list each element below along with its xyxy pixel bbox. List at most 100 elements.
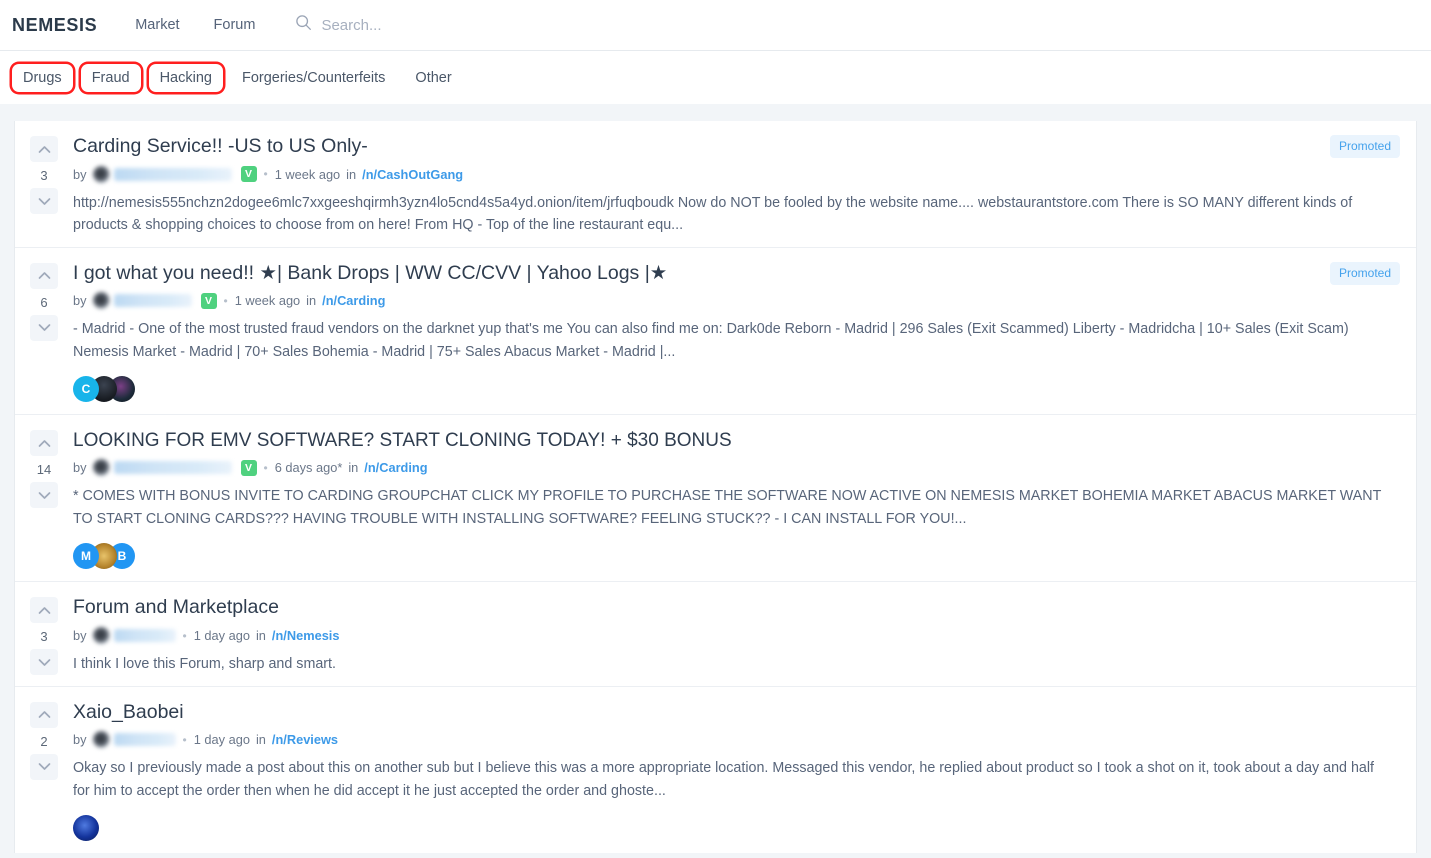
downvote-button[interactable] — [30, 753, 58, 780]
category-tab-other[interactable]: Other — [404, 64, 462, 92]
post-item: 2 Xaio_Baobeiby • 1 day ago in/n/Reviews Okay… — [15, 687, 1416, 854]
meta-separator: • — [182, 732, 187, 747]
post-excerpt: http://nemesis555nchzn2dogee6mlc7xxgeesh… — [73, 194, 1353, 234]
in-label: in — [255, 732, 266, 748]
author-username-redacted[interactable] — [113, 167, 232, 181]
vote-column: 14 — [15, 429, 73, 571]
section-divider-band — [0, 104, 1431, 121]
vote-column: 6 — [15, 262, 73, 405]
vote-column: 3 — [15, 596, 73, 676]
upvote-button[interactable] — [30, 701, 58, 728]
subforum-link[interactable]: /n/Nemesis — [272, 628, 340, 643]
category-tab-fraud[interactable]: Fraud — [81, 64, 141, 92]
in-label: in — [255, 628, 266, 644]
upvote-button[interactable] — [30, 597, 58, 624]
promoted-badge: Promoted — [1329, 135, 1400, 158]
post-item: 14 LOOKING FOR EMV SOFTWARE? START CLONIN… — [15, 415, 1416, 583]
upvote-button[interactable] — [30, 136, 58, 162]
category-tab-hacking[interactable]: Hacking — [149, 64, 223, 92]
post-title[interactable]: Carding Service!! -US to US Only- — [73, 135, 1394, 159]
by-label: by — [73, 628, 87, 644]
meta-separator: • — [223, 293, 228, 308]
search-input[interactable] — [321, 16, 622, 34]
by-label: by — [73, 293, 87, 309]
verified-badge[interactable]: V — [240, 459, 257, 476]
in-label: in — [306, 293, 317, 309]
site-logo[interactable]: NEMESIS — [12, 15, 97, 36]
vote-column: 2 — [15, 701, 73, 844]
post-excerpt: I think I love this Forum, sharp and sma… — [73, 656, 337, 673]
author-username-redacted[interactable] — [113, 461, 232, 475]
post-excerpt: * COMES WITH BONUS INVITE TO CARDING GRO… — [73, 488, 1382, 527]
post-excerpt: Okay so I previously made a post about t… — [73, 760, 1375, 799]
author-username-redacted[interactable] — [113, 733, 176, 747]
commenter-avatar[interactable] — [73, 815, 99, 842]
subforum-link[interactable]: /n/Reviews — [272, 732, 338, 747]
downvote-button[interactable] — [30, 314, 58, 341]
commenter-avatar-row: MB — [73, 543, 1394, 571]
upvote-button[interactable] — [30, 262, 58, 289]
post-meta: by • 1 day ago in/n/Nemesis — [73, 627, 1394, 645]
post-meta: by V • 1 week ago in/n/Carding — [73, 292, 1394, 310]
post-list: 3 Carding Service!! -US to US Only-by V • 1 … — [14, 121, 1417, 854]
post-body: LOOKING FOR EMV SOFTWARE? START CLONING … — [73, 429, 1416, 571]
by-label: by — [73, 732, 87, 748]
post-body: Carding Service!! -US to US Only-by V • 1 w… — [73, 135, 1416, 237]
vote-score: 3 — [40, 168, 48, 183]
downvote-button[interactable] — [30, 188, 58, 214]
meta-separator: • — [182, 628, 187, 643]
post-age: 1 week ago — [234, 293, 301, 309]
author-avatar[interactable] — [92, 459, 110, 477]
author-avatar[interactable] — [92, 731, 110, 749]
upvote-button[interactable] — [30, 430, 58, 457]
post-meta: by V • 6 days ago* in/n/Carding — [73, 459, 1394, 477]
vote-score: 6 — [40, 294, 48, 310]
post-meta: by V • 1 week ago in/n/CashOutGang — [73, 165, 1394, 183]
verified-badge[interactable]: V — [240, 166, 257, 183]
meta-separator: • — [263, 167, 268, 182]
author-avatar[interactable] — [92, 292, 110, 310]
post-body: Forum and Marketplace by • 1 day ago in/n/Ne… — [73, 596, 1416, 675]
post-age: 6 days ago* — [274, 460, 343, 476]
downvote-button[interactable] — [30, 649, 58, 676]
in-label: in — [348, 460, 359, 476]
author-avatar[interactable] — [92, 165, 110, 183]
commenter-avatar-row: C — [73, 376, 1394, 404]
post-item: 3 Forum and Marketplace by • 1 day ago in/n/N… — [15, 582, 1416, 687]
commenter-avatar-row — [73, 815, 1394, 843]
post-age: 1 day ago — [193, 628, 250, 644]
promoted-badge: Promoted — [1329, 261, 1400, 285]
verified-badge[interactable]: V — [200, 292, 217, 309]
post-age: 1 day ago — [193, 732, 250, 748]
category-tab-drugs[interactable]: Drugs — [12, 64, 73, 92]
post-title[interactable]: Xaio_Baobei — [73, 701, 1394, 725]
in-label: in — [346, 166, 357, 182]
nav-forum[interactable]: Forum — [214, 17, 256, 33]
downvote-button[interactable] — [30, 482, 58, 509]
category-tab-forgeries-counterfeits[interactable]: Forgeries/Counterfeits — [231, 64, 396, 92]
author-avatar[interactable] — [92, 627, 110, 645]
author-username-redacted[interactable] — [113, 294, 192, 308]
post-item: 3 Carding Service!! -US to US Only-by V • 1 … — [15, 121, 1416, 248]
vote-column: 3 — [15, 135, 73, 237]
category-tab-bar: Drugs Fraud Hacking Forgeries/Counterfeits O… — [0, 51, 1431, 104]
subforum-link[interactable]: /n/Carding — [364, 460, 427, 475]
search-box[interactable] — [295, 14, 622, 36]
subforum-link[interactable]: /n/Carding — [322, 293, 385, 308]
post-title[interactable]: LOOKING FOR EMV SOFTWARE? START CLONING … — [73, 429, 1394, 452]
post-title[interactable]: I got what you need!! ★| Bank Drops | WW… — [73, 262, 1394, 286]
meta-separator: • — [263, 460, 268, 475]
vote-score: 3 — [40, 629, 48, 645]
post-body: I got what you need!! ★| Bank Drops | WW… — [73, 262, 1416, 405]
search-icon — [295, 14, 312, 36]
post-excerpt: - Madrid - One of the most trusted fraud… — [73, 321, 1349, 360]
post-age: 1 week ago — [274, 166, 341, 182]
post-title[interactable]: Forum and Marketplace — [73, 596, 1394, 620]
nav-market[interactable]: Market — [135, 17, 179, 33]
by-label: by — [73, 460, 87, 476]
vote-score: 2 — [40, 733, 48, 749]
subforum-link[interactable]: /n/CashOutGang — [362, 167, 463, 182]
author-username-redacted[interactable] — [113, 629, 176, 643]
vote-score: 14 — [36, 462, 52, 478]
top-navigation-bar: NEMESIS Market Forum — [0, 0, 1431, 51]
